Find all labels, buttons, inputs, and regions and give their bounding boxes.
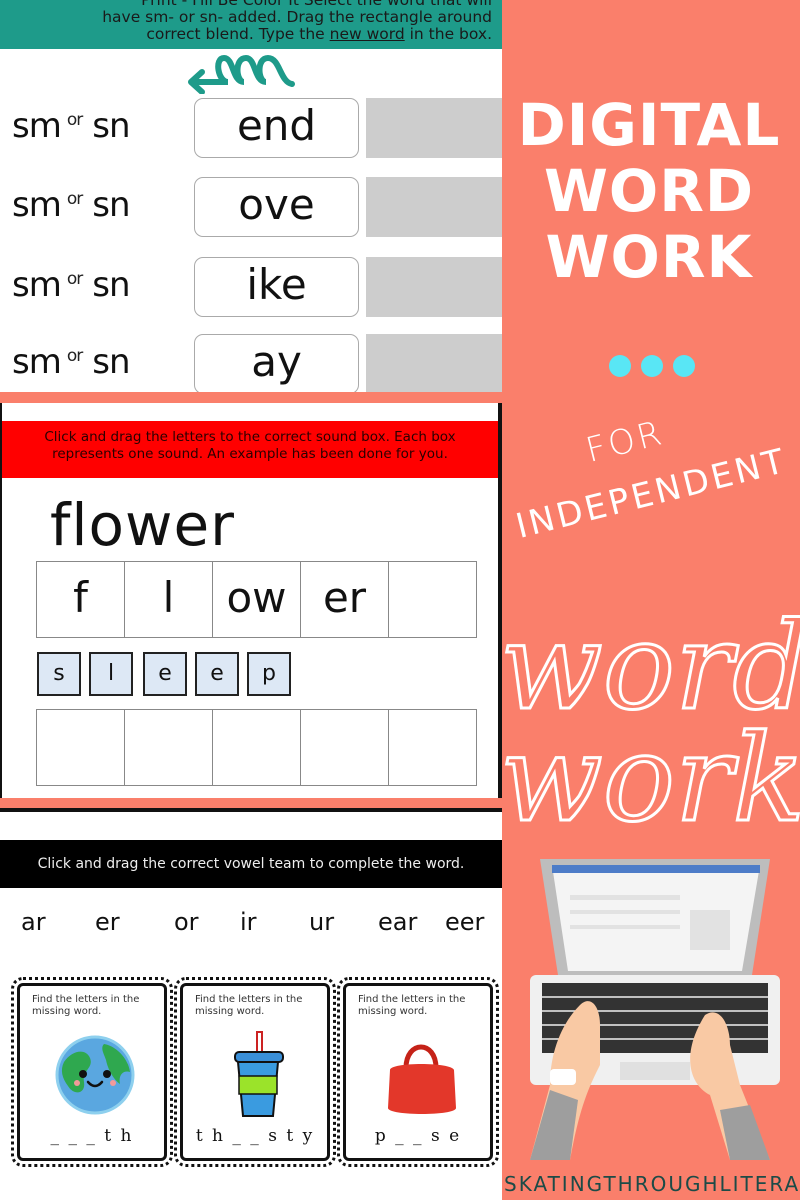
curly-arrow-left-icon bbox=[188, 54, 295, 94]
dot-icon bbox=[673, 355, 695, 377]
sound-box-instructions: Click and drag the letters to the correc… bbox=[2, 421, 498, 478]
vowel-team-chip[interactable]: ear bbox=[378, 908, 417, 936]
card-instruction: Find the letters in the missing word. bbox=[195, 994, 303, 1017]
dot-icon bbox=[609, 355, 631, 377]
word-ending-box: end bbox=[194, 98, 359, 158]
blend-row: sm or sn ike bbox=[0, 257, 502, 319]
card-instruction: Find the letters in the missing word. bbox=[32, 994, 140, 1017]
script-work: work bbox=[499, 710, 800, 849]
sound-box-panel: Click and drag the letters to the correc… bbox=[0, 403, 502, 798]
letter-tile[interactable]: e bbox=[143, 652, 187, 696]
vowel-team-chip[interactable]: eer bbox=[445, 908, 484, 936]
new-word-input[interactable] bbox=[366, 177, 502, 237]
letter-tiles: s l e e p bbox=[37, 652, 291, 696]
word-ending-box: ay bbox=[194, 334, 359, 392]
option-sn[interactable]: sn bbox=[92, 106, 130, 146]
or-label: or bbox=[66, 346, 83, 366]
drop-sound-box[interactable] bbox=[213, 710, 301, 785]
example-sound-boxes: f l ow er bbox=[36, 561, 477, 638]
new-word-input[interactable] bbox=[366, 334, 502, 392]
option-sn[interactable]: sn bbox=[92, 185, 130, 225]
blend-row: sm or sn ove bbox=[0, 177, 502, 239]
title-line: DIGITAL bbox=[517, 91, 781, 159]
vowel-team-chip[interactable]: er bbox=[95, 908, 120, 936]
word-card: Find the letters in the missing word. p … bbox=[337, 977, 499, 1167]
example-word: flower bbox=[50, 491, 235, 559]
instruction-line-2: correct blend. Type the new word in the … bbox=[0, 26, 492, 43]
sound-box: l bbox=[125, 562, 213, 637]
letter-tile[interactable]: s bbox=[37, 652, 81, 696]
drop-sound-box[interactable] bbox=[301, 710, 389, 785]
sound-box: f bbox=[37, 562, 125, 637]
blend-choice[interactable]: sm or sn bbox=[12, 185, 131, 225]
word-ending-box: ove bbox=[194, 177, 359, 237]
letter-tile[interactable]: p bbox=[247, 652, 291, 696]
option-sn[interactable]: sn bbox=[92, 265, 130, 305]
earth-icon bbox=[55, 1035, 135, 1115]
title-line: WORD bbox=[543, 157, 755, 225]
option-sm[interactable]: sm bbox=[12, 185, 62, 225]
word-card: Find the letters in the missing word. _ … bbox=[11, 977, 173, 1167]
missing-word[interactable]: p _ _ s e bbox=[346, 1126, 490, 1146]
new-word-input[interactable] bbox=[366, 98, 502, 158]
subtitle-for: FOR bbox=[582, 412, 669, 471]
blend-row: sm or sn end bbox=[0, 98, 502, 160]
dot-icon bbox=[641, 355, 663, 377]
new-word-input[interactable] bbox=[366, 257, 502, 317]
instruction-underlined: new word bbox=[329, 25, 405, 43]
title-line: WORK bbox=[545, 223, 753, 291]
word-ending-box: ike bbox=[194, 257, 359, 317]
purse-icon bbox=[388, 1044, 456, 1114]
vowel-team-chip[interactable]: ar bbox=[21, 908, 46, 936]
blend-choice[interactable]: sm or sn bbox=[12, 265, 131, 305]
blend-choice[interactable]: sm or sn bbox=[12, 342, 131, 382]
option-sm[interactable]: sm bbox=[12, 342, 62, 382]
instruction-text: correct blend. Type the bbox=[146, 25, 330, 43]
instruction-line-1: Click and drag the letters to the correc… bbox=[44, 429, 456, 445]
or-label: or bbox=[66, 189, 83, 209]
vowel-team-chip[interactable]: ir bbox=[240, 908, 257, 936]
page-title: DIGITAL WORD WORK bbox=[514, 92, 784, 290]
or-label: or bbox=[66, 110, 83, 130]
blend-instructions: Print - Fill Be Color It Select the word… bbox=[0, 0, 502, 49]
missing-word[interactable]: _ _ _ t h bbox=[20, 1126, 164, 1146]
sound-box bbox=[389, 562, 476, 637]
dots-decoration bbox=[609, 355, 695, 377]
subtitle-independent: INDEPENDENT bbox=[512, 440, 791, 547]
word-card: Find the letters in the missing word. t … bbox=[174, 977, 336, 1167]
letter-tile[interactable]: e bbox=[195, 652, 239, 696]
option-sm[interactable]: sm bbox=[12, 265, 62, 305]
sound-box: ow bbox=[213, 562, 301, 637]
answer-sound-boxes bbox=[36, 709, 477, 786]
vowel-team-chip[interactable]: ur bbox=[309, 908, 334, 936]
instruction-line-1: have sm- or sn- added. Drag the rectangl… bbox=[102, 8, 492, 26]
blend-activity-panel: Print - Fill Be Color It Select the word… bbox=[0, 0, 502, 392]
vowel-team-chip[interactable]: or bbox=[174, 908, 199, 936]
drop-sound-box[interactable] bbox=[389, 710, 476, 785]
or-label: or bbox=[66, 269, 83, 289]
laptop-typing-hands-icon bbox=[530, 859, 780, 1160]
sound-box: er bbox=[301, 562, 389, 637]
instruction-text: in the box. bbox=[404, 25, 492, 43]
drop-sound-box[interactable] bbox=[125, 710, 213, 785]
divider bbox=[0, 808, 502, 812]
option-sn[interactable]: sn bbox=[92, 342, 130, 382]
instruction-line-2: represents one sound. An example has bee… bbox=[52, 446, 448, 462]
vowel-team-instructions: Click and drag the correct vowel team to… bbox=[0, 840, 502, 888]
option-sm[interactable]: sm bbox=[12, 106, 62, 146]
card-instruction: Find the letters in the missing word. bbox=[358, 994, 466, 1017]
letter-tile[interactable]: l bbox=[89, 652, 133, 696]
cup-with-straw-icon bbox=[234, 1031, 284, 1117]
missing-word[interactable]: t h _ _ s t y bbox=[183, 1126, 327, 1146]
blend-row: sm or sn ay bbox=[0, 334, 502, 392]
drop-sound-box[interactable] bbox=[37, 710, 125, 785]
brand-label: SKATINGTHROUGHLITERACY bbox=[504, 1172, 800, 1196]
blend-choice[interactable]: sm or sn bbox=[12, 106, 131, 146]
